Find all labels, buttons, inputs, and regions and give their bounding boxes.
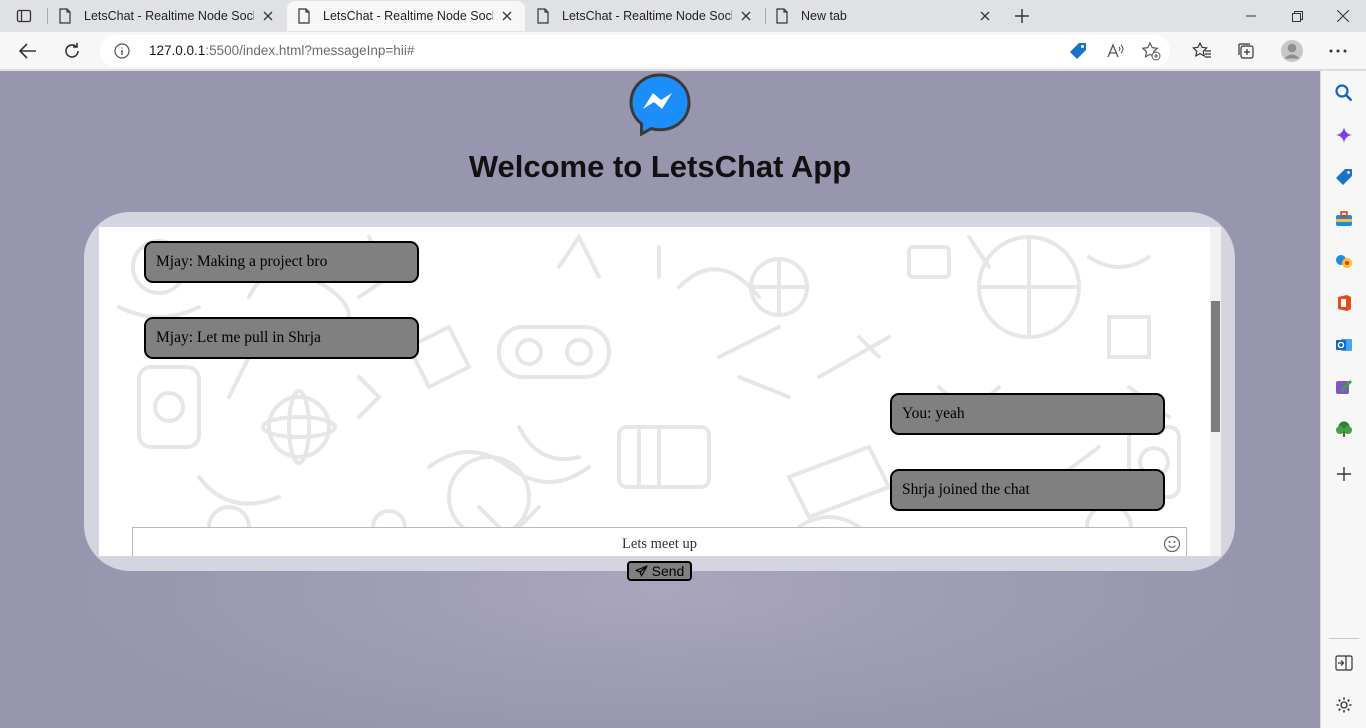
avatar-icon: [1281, 40, 1303, 62]
restore-icon: [1291, 10, 1303, 22]
tab-letschat-3[interactable]: LetsChat - Realtime Node Socket.io App: [526, 1, 764, 31]
message-input[interactable]: [132, 527, 1187, 556]
minimize-button[interactable]: [1228, 0, 1274, 32]
page-viewport: Welcome to LetsChat App Mjay: Making a p…: [0, 71, 1320, 728]
tab-title: New tab: [801, 9, 847, 23]
games-icon: [1336, 255, 1352, 268]
address-url[interactable]: 127.0.0.1:5500/index.html?messageInp=hii…: [149, 43, 414, 58]
sidebar-copilot-button[interactable]: [1332, 123, 1356, 147]
collections-button[interactable]: [1231, 36, 1261, 66]
sidebar-search-button[interactable]: [1332, 81, 1356, 105]
new-tab-button[interactable]: [1008, 2, 1036, 30]
chat-message: Shrja joined the chat: [890, 469, 1165, 511]
refresh-icon: [65, 43, 79, 58]
profile-button[interactable]: [1277, 36, 1307, 66]
close-window-button[interactable]: [1320, 0, 1366, 32]
star-add-icon: [1141, 41, 1161, 61]
tab-close-icon[interactable]: [499, 8, 515, 24]
minimize-icon: [1246, 15, 1256, 17]
sidebar-shopping-button[interactable]: [1332, 165, 1356, 189]
tab-actions-button[interactable]: [8, 2, 40, 30]
toolbox-icon: [1336, 211, 1352, 226]
back-arrow-icon: [19, 43, 36, 59]
chat-container: Mjay: Making a project bro Mjay: Let me …: [84, 212, 1235, 571]
read-aloud-icon: [1107, 43, 1124, 58]
chat-scrollbar[interactable]: [1210, 227, 1221, 556]
settings-more-button[interactable]: [1323, 36, 1353, 66]
edge-sidebar: [1320, 71, 1366, 728]
read-aloud-button[interactable]: [1105, 41, 1125, 61]
restore-button[interactable]: [1274, 0, 1320, 32]
address-path: :5500/index.html?messageInp=hii#: [205, 43, 415, 58]
plus-icon: [1337, 467, 1351, 481]
gear-icon: [1336, 697, 1352, 713]
sidebar-add-button[interactable]: [1332, 462, 1356, 486]
sidebar-tree-button[interactable]: [1332, 417, 1356, 441]
back-button[interactable]: [13, 36, 43, 66]
emoji-button[interactable]: [1162, 534, 1182, 554]
tab-title: LetsChat - Realtime Node Socket.io App: [562, 9, 732, 23]
browser-toolbar: 127.0.0.1:5500/index.html?messageInp=hii…: [0, 32, 1366, 70]
favorites-icon: [1192, 41, 1211, 58]
sidebar-hide-button[interactable]: [1332, 651, 1356, 675]
favorites-button[interactable]: [1187, 36, 1217, 66]
chat-message: Mjay: Let me pull in Shrja: [144, 317, 419, 359]
chat-messages-area[interactable]: Mjay: Making a project bro Mjay: Let me …: [99, 227, 1221, 556]
page-icon: [298, 8, 310, 24]
tree-icon: [1336, 421, 1352, 437]
sidebar-office-button[interactable]: [1332, 291, 1356, 315]
sidebar-outlook-button[interactable]: [1332, 333, 1356, 357]
shopping-tag-icon: [1336, 169, 1352, 185]
page-icon: [537, 8, 549, 24]
add-favorite-button[interactable]: [1141, 41, 1161, 61]
send-label: Send: [651, 563, 685, 579]
sidebar-divider: [1329, 638, 1359, 639]
send-button[interactable]: Send: [627, 561, 692, 581]
paper-plane-icon: [635, 565, 648, 577]
plus-icon: [1015, 9, 1029, 23]
search-icon: [1335, 84, 1353, 102]
collections-icon: [1238, 43, 1254, 59]
office-icon: [1338, 295, 1351, 311]
tab-new-tab[interactable]: New tab: [765, 1, 1003, 31]
tab-strip: LetsChat - Realtime Node Socket.io App L…: [0, 0, 1366, 32]
refresh-button[interactable]: [57, 36, 87, 66]
designer-icon: [1336, 379, 1353, 394]
tab-letschat-2[interactable]: LetsChat - Realtime Node Socket.io App: [287, 1, 525, 31]
sidebar-settings-button[interactable]: [1332, 693, 1356, 717]
tab-close-icon[interactable]: [977, 8, 993, 24]
scrollbar-thumb[interactable]: [1211, 301, 1220, 432]
close-icon: [1337, 10, 1349, 22]
more-dots-icon: [1329, 49, 1347, 53]
address-host: 127.0.0.1: [149, 43, 206, 58]
outlook-icon: [1336, 339, 1352, 351]
page-icon: [59, 8, 71, 24]
page-icon: [776, 8, 788, 24]
site-info-icon[interactable]: [114, 43, 130, 59]
sidebar-games-button[interactable]: [1332, 249, 1356, 273]
chat-message: You: yeah: [890, 393, 1165, 435]
tab-title: LetsChat - Realtime Node Socket.io App: [323, 9, 493, 23]
tag-icon: [1070, 43, 1086, 59]
sparkle-icon: [1336, 127, 1352, 143]
tab-letschat-1[interactable]: LetsChat - Realtime Node Socket.io App: [48, 1, 286, 31]
tab-actions-icon: [16, 9, 32, 23]
sidebar-designer-button[interactable]: [1332, 375, 1356, 399]
address-bar[interactable]: 127.0.0.1:5500/index.html?messageInp=hii…: [100, 35, 1170, 67]
tab-title: LetsChat - Realtime Node Socket.io App: [84, 9, 254, 23]
tab-close-icon[interactable]: [260, 8, 276, 24]
shopping-tag-button[interactable]: [1068, 41, 1088, 61]
sidebar-toggle-icon: [1335, 655, 1353, 671]
sidebar-tools-button[interactable]: [1332, 207, 1356, 231]
smiley-icon: [1163, 535, 1181, 553]
messenger-logo-icon: [629, 73, 691, 136]
page-title: Welcome to LetsChat App: [468, 149, 852, 184]
tab-close-icon[interactable]: [738, 8, 754, 24]
chat-message: Mjay: Making a project bro: [144, 241, 419, 283]
